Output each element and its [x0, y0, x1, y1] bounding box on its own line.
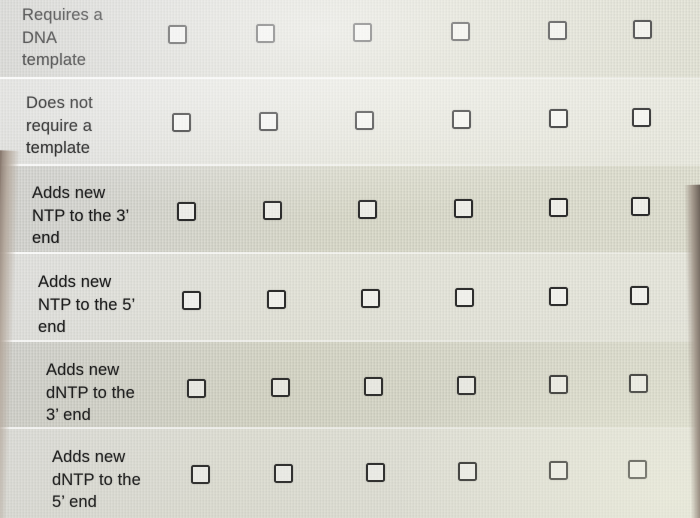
checkbox-cell[interactable]: [263, 201, 282, 220]
checkbox-cell[interactable]: [549, 461, 568, 480]
checkbox-cell[interactable]: [259, 112, 278, 131]
checkbox-cell[interactable]: [549, 287, 568, 306]
checkbox-cell[interactable]: [358, 200, 377, 219]
table-row: Does not require a template: [0, 78, 700, 164]
checkbox-cell[interactable]: [548, 21, 567, 40]
checkbox-cell[interactable]: [187, 379, 206, 398]
checkbox-cell[interactable]: [256, 24, 275, 43]
checkbox-cell[interactable]: [172, 113, 191, 132]
checkbox-cell[interactable]: [168, 25, 187, 44]
checkbox-cell[interactable]: [549, 109, 568, 128]
checkbox-cell[interactable]: [549, 375, 568, 394]
checkbox-cell[interactable]: [549, 198, 568, 217]
checkbox-cell[interactable]: [451, 22, 470, 41]
checkbox-cell[interactable]: [454, 199, 473, 218]
row-label: Adds new NTP to the 3’ end: [32, 184, 130, 247]
checkbox-cell[interactable]: [366, 463, 385, 482]
checkbox-cell[interactable]: [630, 286, 649, 305]
checkbox-cell[interactable]: [455, 288, 474, 307]
checkbox-cell[interactable]: [629, 374, 648, 393]
checkbox-cell[interactable]: [632, 108, 651, 127]
checkbox-cell[interactable]: [191, 465, 210, 484]
checkbox-cell[interactable]: [355, 111, 374, 130]
table-row: Adds new NTP to the 5’ end: [0, 253, 700, 340]
checkbox-cell[interactable]: [452, 110, 471, 129]
checkbox-cell[interactable]: [361, 289, 380, 308]
checkbox-cell[interactable]: [267, 290, 286, 309]
row-label: Adds new dNTP to the 5’ end: [52, 448, 141, 511]
checkbox-cell[interactable]: [633, 20, 652, 39]
checkbox-cell[interactable]: [271, 378, 290, 397]
screenshot-root: Requires a DNA template Does not require…: [0, 0, 700, 518]
row-label: Does not require a template: [26, 94, 93, 157]
table-row: Adds new NTP to the 3’ end: [0, 165, 700, 252]
checkbox-cell[interactable]: [628, 460, 647, 479]
checkbox-cell[interactable]: [353, 23, 372, 42]
checkbox-cell[interactable]: [182, 291, 201, 310]
checkbox-cell[interactable]: [458, 462, 477, 481]
checkbox-cell[interactable]: [457, 376, 476, 395]
checkbox-cell[interactable]: [274, 464, 293, 483]
table-row: Adds new dNTP to the 3’ end: [0, 341, 700, 427]
checkbox-cell[interactable]: [364, 377, 383, 396]
row-label: Requires a DNA template: [22, 6, 103, 69]
checkbox-cell[interactable]: [177, 202, 196, 221]
row-label: Adds new NTP to the 5’ end: [38, 273, 136, 336]
row-label: Adds new dNTP to the 3’ end: [46, 361, 135, 424]
table-row: Adds new dNTP to the 5’ end: [0, 428, 700, 518]
checkbox-cell[interactable]: [631, 197, 650, 216]
table-row: Requires a DNA template: [0, 0, 700, 78]
checkbox-matrix: Requires a DNA template Does not require…: [0, 0, 700, 518]
